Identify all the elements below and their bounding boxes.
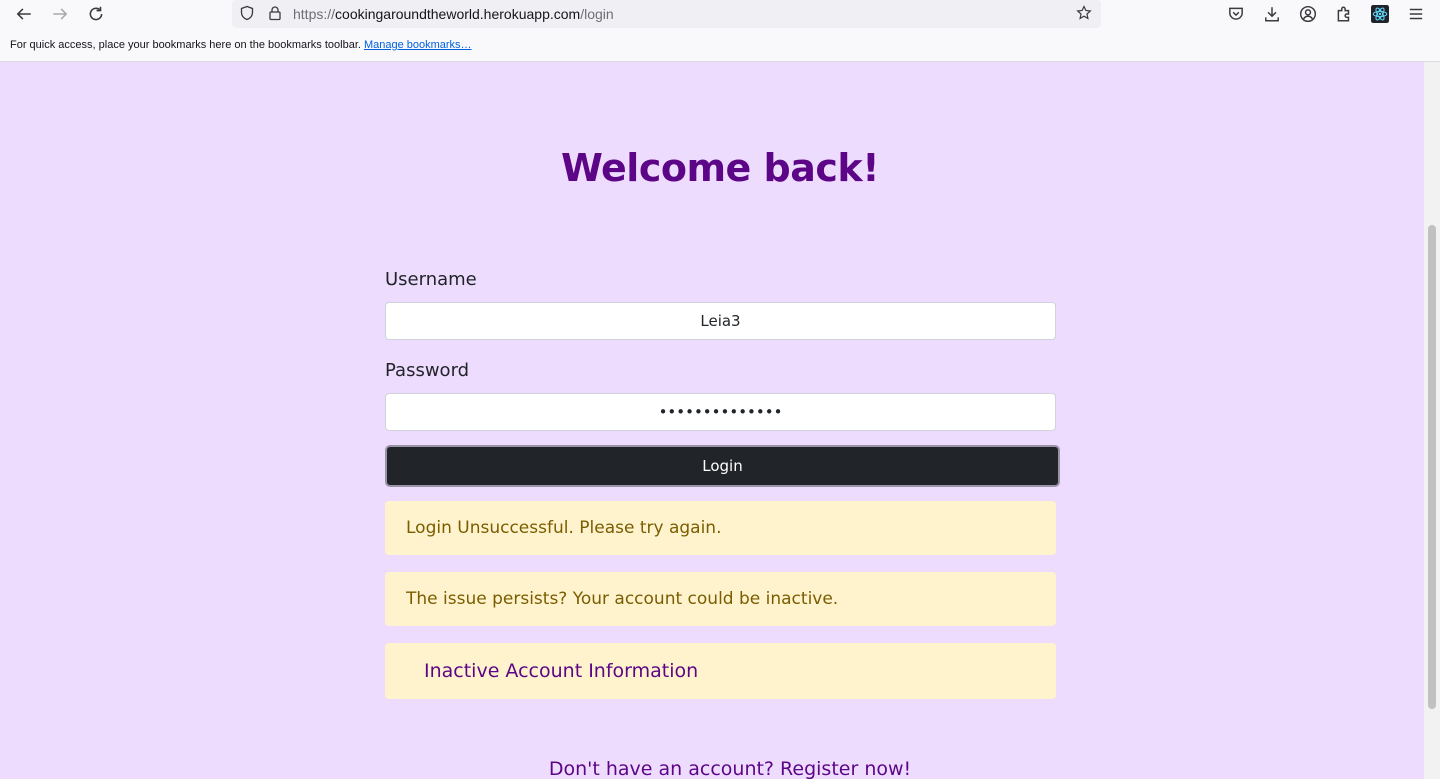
bookmark-star-icon[interactable] — [1075, 4, 1093, 22]
shield-icon[interactable] — [238, 4, 256, 22]
back-icon[interactable] — [14, 4, 34, 24]
lock-icon[interactable] — [266, 4, 284, 22]
react-devtools-icon[interactable] — [1370, 4, 1390, 24]
alert-account-inactive: The issue persists? Your account could b… — [385, 572, 1056, 626]
url-host: cookingaroundtheworld.herokuapp.com — [335, 6, 581, 22]
forward-icon[interactable] — [50, 4, 70, 24]
password-input[interactable]: •••••••••••••• — [385, 393, 1056, 431]
menu-icon[interactable] — [1406, 4, 1426, 24]
login-button[interactable]: Login — [385, 445, 1060, 487]
url-bar[interactable]: https://cookingaroundtheworld.herokuapp.… — [232, 0, 1101, 28]
inactive-account-info-link[interactable]: Inactive Account Information — [385, 643, 1056, 699]
manage-bookmarks-link[interactable]: Manage bookmarks… — [364, 39, 472, 51]
password-label: Password — [385, 360, 470, 381]
reload-icon[interactable] — [86, 4, 106, 24]
browser-toolbar: https://cookingaroundtheworld.herokuapp.… — [0, 0, 1440, 28]
url-scheme: https:// — [293, 6, 336, 22]
account-icon[interactable] — [1298, 4, 1318, 24]
extensions-icon[interactable] — [1334, 4, 1354, 24]
url-path: /login — [580, 6, 614, 22]
url-text[interactable]: https://cookingaroundtheworld.herokuapp.… — [293, 6, 614, 22]
scrollbar-thumb[interactable] — [1428, 225, 1436, 709]
downloads-icon[interactable] — [1262, 4, 1282, 24]
page-title: Welcome back! — [560, 146, 880, 190]
bookmarks-message-text: For quick access, place your bookmarks h… — [10, 39, 361, 51]
register-link[interactable]: Don't have an account? Register now! — [0, 758, 1440, 779]
alert-login-unsuccessful: Login Unsuccessful. Please try again. — [385, 501, 1056, 555]
bookmarks-message: For quick access, place your bookmarks h… — [10, 39, 472, 51]
username-input[interactable]: Leia3 — [385, 302, 1056, 340]
pocket-icon[interactable] — [1226, 4, 1246, 24]
username-label: Username — [385, 269, 477, 290]
bookmarks-toolbar: For quick access, place your bookmarks h… — [0, 28, 1440, 62]
